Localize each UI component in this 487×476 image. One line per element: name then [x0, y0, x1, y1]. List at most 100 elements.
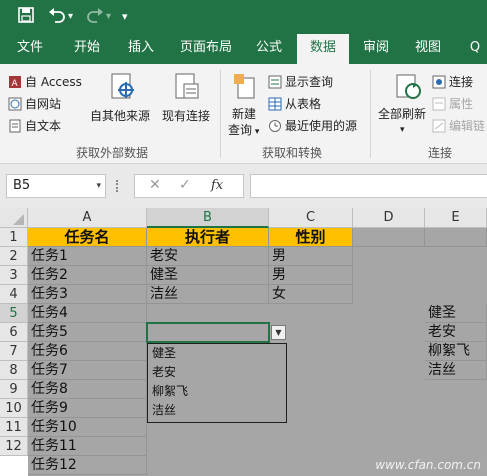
from-access-button[interactable]: A 自 Access	[8, 74, 82, 90]
row-header[interactable]: 4	[0, 285, 28, 304]
cell-task[interactable]: 任务7	[28, 361, 147, 380]
refresh-all-icon[interactable]	[394, 72, 424, 102]
header-cell-assignee[interactable]: 执行者	[147, 228, 269, 247]
cell-task[interactable]: 任务5	[28, 323, 147, 342]
row-header[interactable]: 7	[0, 342, 28, 361]
tab-page-layout[interactable]: 页面布局	[172, 34, 240, 64]
new-query-button[interactable]: 新建	[232, 106, 256, 122]
properties-button[interactable]: 属性	[432, 96, 473, 112]
cell-assignee[interactable]: 洁丝	[147, 285, 269, 304]
from-access-label: 自 Access	[25, 75, 82, 89]
cell[interactable]	[425, 228, 487, 247]
cell-gender[interactable]: 女	[269, 285, 353, 304]
tab-data[interactable]: 数据	[297, 34, 349, 64]
cell-gender[interactable]: 男	[269, 266, 353, 285]
get-external-data-group-label: 获取外部数据	[76, 146, 149, 160]
save-icon[interactable]	[18, 7, 34, 28]
dropdown-option[interactable]: 健圣	[148, 344, 286, 363]
cell-gender[interactable]: 男	[269, 247, 353, 266]
dropdown-option[interactable]: 洁丝	[148, 401, 286, 420]
existing-connections-icon[interactable]	[172, 72, 202, 102]
cell[interactable]	[353, 228, 425, 247]
header-cell-gender[interactable]: 性别	[269, 228, 353, 247]
tab-home[interactable]: 开始	[62, 34, 112, 64]
show-queries-button[interactable]: 显示查询	[268, 74, 333, 90]
cell-task[interactable]: 任务8	[28, 380, 147, 399]
new-query-icon[interactable]	[232, 72, 262, 102]
tab-review[interactable]: 审阅	[354, 34, 398, 64]
cancel-icon[interactable]: ✕	[149, 177, 161, 193]
row-header[interactable]: 11	[0, 418, 28, 437]
cell-task[interactable]: 任务1	[28, 247, 147, 266]
active-cell-b5[interactable]	[146, 322, 270, 343]
header-cell-task[interactable]: 任务名	[28, 228, 147, 247]
cell-task[interactable]: 任务10	[28, 418, 147, 437]
row-header[interactable]: 1	[0, 228, 28, 247]
column-header-e[interactable]: E	[425, 208, 487, 228]
chevron-down-icon[interactable]: ▾	[96, 175, 101, 197]
row-header[interactable]: 2	[0, 247, 28, 266]
insert-function-button[interactable]: fx	[211, 178, 223, 193]
dropdown-arrow-button[interactable]: ▼	[271, 325, 286, 340]
validation-dropdown-list: 健圣 老安 柳絮飞 洁丝	[147, 343, 287, 423]
name-box[interactable]: B5 ▾	[6, 174, 106, 198]
undo-dropdown-icon[interactable]: ▾	[68, 7, 73, 27]
tab-formulas[interactable]: 公式	[246, 34, 292, 64]
new-query-dropdown[interactable]: 查询 ▾	[228, 122, 259, 140]
cell-task[interactable]: 任务3	[28, 285, 147, 304]
tab-tell-me[interactable]: Q	[464, 34, 486, 64]
refresh-all-button[interactable]: 全部刷新	[378, 106, 426, 122]
edit-links-button[interactable]: 编辑链	[432, 118, 485, 134]
tab-file[interactable]: 文件	[8, 34, 52, 64]
cell-task[interactable]: 任务6	[28, 342, 147, 361]
cell-task[interactable]: 任务12	[28, 456, 147, 475]
row-header[interactable]: 5	[0, 304, 28, 323]
cell-source-list[interactable]: 柳絮飞	[425, 342, 487, 361]
other-sources-icon[interactable]	[108, 72, 138, 102]
cell-assignee[interactable]: 老安	[147, 247, 269, 266]
customize-icon[interactable]: ▾	[122, 7, 128, 27]
show-queries-icon	[268, 75, 282, 89]
select-all-corner[interactable]	[0, 208, 28, 228]
connections-group-label: 连接	[428, 146, 453, 160]
row-header[interactable]: 9	[0, 380, 28, 399]
cell-task[interactable]: 任务11	[28, 437, 147, 456]
formula-input[interactable]	[250, 174, 487, 198]
cell-task[interactable]: 任务4	[28, 304, 147, 323]
from-text-button[interactable]: 自文本	[8, 118, 61, 134]
column-header-b[interactable]: B	[147, 208, 269, 228]
row-header[interactable]: 3	[0, 266, 28, 285]
row-header[interactable]: 6	[0, 323, 28, 342]
row-header[interactable]: 10	[0, 399, 28, 418]
recent-sources-button[interactable]: 最近使用的源	[268, 118, 357, 134]
undo-icon[interactable]	[48, 7, 66, 28]
dropdown-option[interactable]: 柳絮飞	[148, 382, 286, 401]
existing-connections-button[interactable]: 现有连接	[162, 108, 210, 124]
connections-button[interactable]: 连接	[432, 74, 473, 90]
from-web-button[interactable]: 自网站	[8, 96, 61, 112]
dropdown-option[interactable]: 老安	[148, 363, 286, 382]
cell-assignee[interactable]: 健圣	[147, 266, 269, 285]
column-header-a[interactable]: A	[28, 208, 147, 228]
column-header-c[interactable]: C	[269, 208, 353, 228]
enter-icon[interactable]: ✓	[179, 177, 191, 193]
column-header-d[interactable]: D	[353, 208, 425, 228]
resize-handle[interactable]	[116, 180, 119, 192]
from-other-sources-label: 自其他来源	[90, 109, 151, 123]
watermark: www.cfan.com.cn	[375, 458, 481, 472]
cell-task[interactable]: 任务9	[28, 399, 147, 418]
cell-source-list[interactable]: 健圣	[425, 304, 487, 323]
from-table-button[interactable]: 从表格	[268, 96, 321, 112]
show-queries-label: 显示查询	[285, 75, 334, 89]
cell-source-list[interactable]: 老安	[425, 323, 487, 342]
cell-task[interactable]: 任务2	[28, 266, 147, 285]
tab-insert[interactable]: 插入	[116, 34, 166, 64]
redo-icon[interactable]	[86, 7, 104, 28]
from-other-sources-button[interactable]: 自其他来源	[90, 108, 150, 124]
redo-dropdown-icon[interactable]: ▾	[106, 7, 111, 27]
chevron-down-icon[interactable]: ▾	[400, 122, 405, 138]
cell-source-list[interactable]: 洁丝	[425, 361, 487, 380]
row-header[interactable]: 12	[0, 437, 28, 456]
row-header[interactable]: 8	[0, 361, 28, 380]
tab-view[interactable]: 视图	[406, 34, 450, 64]
